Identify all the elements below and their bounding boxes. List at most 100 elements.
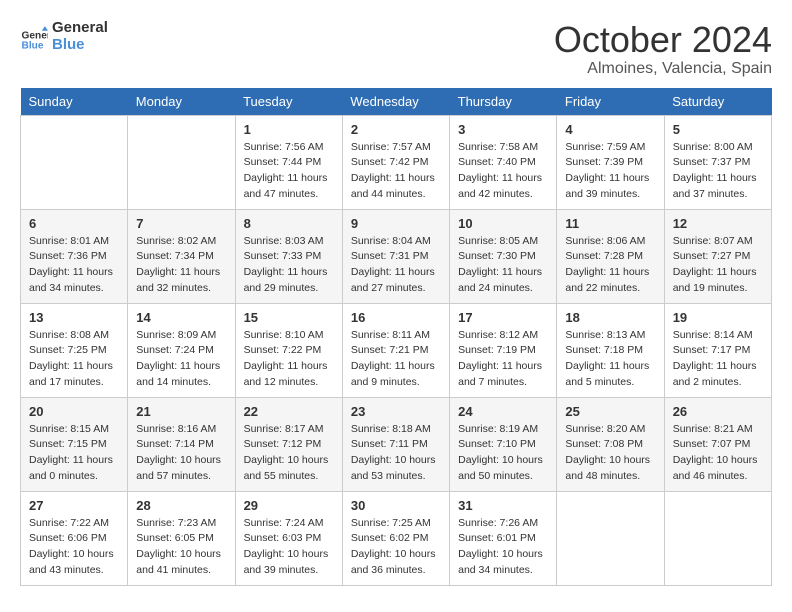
day-info: Sunrise: 8:16 AMSunset: 7:14 PMDaylight:… xyxy=(136,422,226,485)
calendar-cell: 25 Sunrise: 8:20 AMSunset: 7:08 PMDayligh… xyxy=(557,397,664,491)
calendar-cell: 7 Sunrise: 8:02 AMSunset: 7:34 PMDaylight… xyxy=(128,209,235,303)
weekday-header-tuesday: Tuesday xyxy=(235,88,342,116)
day-number: 15 xyxy=(244,310,334,325)
day-number: 8 xyxy=(244,216,334,231)
day-info: Sunrise: 7:24 AMSunset: 6:03 PMDaylight:… xyxy=(244,516,334,579)
day-number: 11 xyxy=(565,216,655,231)
calendar-header: SundayMondayTuesdayWednesdayThursdayFrid… xyxy=(21,88,772,116)
day-info: Sunrise: 7:56 AMSunset: 7:44 PMDaylight:… xyxy=(244,140,334,203)
day-info: Sunrise: 8:10 AMSunset: 7:22 PMDaylight:… xyxy=(244,328,334,391)
logo-text-blue: Blue xyxy=(52,37,108,54)
day-number: 18 xyxy=(565,310,655,325)
day-number: 17 xyxy=(458,310,548,325)
calendar-cell xyxy=(664,491,771,585)
day-info: Sunrise: 8:21 AMSunset: 7:07 PMDaylight:… xyxy=(673,422,763,485)
day-number: 6 xyxy=(29,216,119,231)
calendar-cell: 9 Sunrise: 8:04 AMSunset: 7:31 PMDaylight… xyxy=(342,209,449,303)
calendar-cell: 31 Sunrise: 7:26 AMSunset: 6:01 PMDayligh… xyxy=(450,491,557,585)
day-info: Sunrise: 8:01 AMSunset: 7:36 PMDaylight:… xyxy=(29,234,119,297)
svg-text:Blue: Blue xyxy=(22,40,44,50)
day-info: Sunrise: 8:04 AMSunset: 7:31 PMDaylight:… xyxy=(351,234,441,297)
calendar-cell: 30 Sunrise: 7:25 AMSunset: 6:02 PMDayligh… xyxy=(342,491,449,585)
calendar-cell: 8Sunrise: 8:03 AMSunset: 7:33 PMDaylight… xyxy=(235,209,342,303)
day-number: 3 xyxy=(458,122,548,137)
day-number: 31 xyxy=(458,498,548,513)
day-info: Sunrise: 7:22 AMSunset: 6:06 PMDaylight:… xyxy=(29,516,119,579)
calendar-cell: 10 Sunrise: 8:05 AMSunset: 7:30 PMDayligh… xyxy=(450,209,557,303)
day-number: 23 xyxy=(351,404,441,419)
day-number: 21 xyxy=(136,404,226,419)
calendar-cell: 1 Sunrise: 7:56 AMSunset: 7:44 PMDaylight… xyxy=(235,115,342,209)
calendar-cell: 11 Sunrise: 8:06 AMSunset: 7:28 PMDayligh… xyxy=(557,209,664,303)
calendar-cell: 4 Sunrise: 7:59 AMSunset: 7:39 PMDaylight… xyxy=(557,115,664,209)
day-number: 24 xyxy=(458,404,548,419)
calendar-cell: 20 Sunrise: 8:15 AMSunset: 7:15 PMDayligh… xyxy=(21,397,128,491)
calendar-cell: 28 Sunrise: 7:23 AMSunset: 6:05 PMDayligh… xyxy=(128,491,235,585)
day-number: 10 xyxy=(458,216,548,231)
day-info: Sunrise: 8:02 AMSunset: 7:34 PMDaylight:… xyxy=(136,234,226,297)
weekday-header-wednesday: Wednesday xyxy=(342,88,449,116)
day-number: 7 xyxy=(136,216,226,231)
day-number: 22 xyxy=(244,404,334,419)
day-info: Sunrise: 8:20 AMSunset: 7:08 PMDaylight:… xyxy=(565,422,655,485)
day-info: Sunrise: 8:19 AMSunset: 7:10 PMDaylight:… xyxy=(458,422,548,485)
logo-icon: General Blue xyxy=(20,23,48,51)
day-info: Sunrise: 8:08 AMSunset: 7:25 PMDaylight:… xyxy=(29,328,119,391)
day-info: Sunrise: 8:13 AMSunset: 7:18 PMDaylight:… xyxy=(565,328,655,391)
logo-text-general: General xyxy=(52,20,108,37)
logo: General Blue General Blue xyxy=(20,20,108,53)
day-info: Sunrise: 8:17 AMSunset: 7:12 PMDaylight:… xyxy=(244,422,334,485)
day-number: 2 xyxy=(351,122,441,137)
day-info: Sunrise: 8:15 AMSunset: 7:15 PMDaylight:… xyxy=(29,422,119,485)
day-info: Sunrise: 8:05 AMSunset: 7:30 PMDaylight:… xyxy=(458,234,548,297)
calendar-cell: 12Sunrise: 8:07 AMSunset: 7:27 PMDayligh… xyxy=(664,209,771,303)
weekday-header-friday: Friday xyxy=(557,88,664,116)
calendar-table: SundayMondayTuesdayWednesdayThursdayFrid… xyxy=(20,88,772,586)
day-number: 29 xyxy=(244,498,334,513)
day-info: Sunrise: 8:12 AMSunset: 7:19 PMDaylight:… xyxy=(458,328,548,391)
day-number: 13 xyxy=(29,310,119,325)
day-number: 19 xyxy=(673,310,763,325)
calendar-week-row: 6 Sunrise: 8:01 AMSunset: 7:36 PMDaylight… xyxy=(21,209,772,303)
day-info: Sunrise: 8:11 AMSunset: 7:21 PMDaylight:… xyxy=(351,328,441,391)
day-number: 28 xyxy=(136,498,226,513)
day-number: 12 xyxy=(673,216,763,231)
calendar-cell: 24 Sunrise: 8:19 AMSunset: 7:10 PMDayligh… xyxy=(450,397,557,491)
day-number: 5 xyxy=(673,122,763,137)
calendar-cell: 18 Sunrise: 8:13 AMSunset: 7:18 PMDayligh… xyxy=(557,303,664,397)
day-number: 30 xyxy=(351,498,441,513)
weekday-row: SundayMondayTuesdayWednesdayThursdayFrid… xyxy=(21,88,772,116)
calendar-cell: 3 Sunrise: 7:58 AMSunset: 7:40 PMDaylight… xyxy=(450,115,557,209)
calendar-cell: 22 Sunrise: 8:17 AMSunset: 7:12 PMDayligh… xyxy=(235,397,342,491)
day-number: 20 xyxy=(29,404,119,419)
day-number: 1 xyxy=(244,122,334,137)
calendar-cell: 21 Sunrise: 8:16 AMSunset: 7:14 PMDayligh… xyxy=(128,397,235,491)
day-info: Sunrise: 7:25 AMSunset: 6:02 PMDaylight:… xyxy=(351,516,441,579)
calendar-cell: 6 Sunrise: 8:01 AMSunset: 7:36 PMDaylight… xyxy=(21,209,128,303)
day-number: 4 xyxy=(565,122,655,137)
day-info: Sunrise: 8:06 AMSunset: 7:28 PMDaylight:… xyxy=(565,234,655,297)
calendar-cell: 14Sunrise: 8:09 AMSunset: 7:24 PMDayligh… xyxy=(128,303,235,397)
day-info: Sunrise: 7:59 AMSunset: 7:39 PMDaylight:… xyxy=(565,140,655,203)
calendar-week-row: 1 Sunrise: 7:56 AMSunset: 7:44 PMDaylight… xyxy=(21,115,772,209)
calendar-cell: 29 Sunrise: 7:24 AMSunset: 6:03 PMDayligh… xyxy=(235,491,342,585)
day-info: Sunrise: 7:57 AMSunset: 7:42 PMDaylight:… xyxy=(351,140,441,203)
calendar-cell: 2 Sunrise: 7:57 AMSunset: 7:42 PMDaylight… xyxy=(342,115,449,209)
day-info: Sunrise: 7:23 AMSunset: 6:05 PMDaylight:… xyxy=(136,516,226,579)
day-number: 25 xyxy=(565,404,655,419)
calendar-cell xyxy=(128,115,235,209)
day-info: Sunrise: 8:18 AMSunset: 7:11 PMDaylight:… xyxy=(351,422,441,485)
calendar-week-row: 13 Sunrise: 8:08 AMSunset: 7:25 PMDayligh… xyxy=(21,303,772,397)
calendar-cell xyxy=(557,491,664,585)
calendar-cell xyxy=(21,115,128,209)
day-info: Sunrise: 7:58 AMSunset: 7:40 PMDaylight:… xyxy=(458,140,548,203)
calendar-cell: 19Sunrise: 8:14 AMSunset: 7:17 PMDayligh… xyxy=(664,303,771,397)
weekday-header-saturday: Saturday xyxy=(664,88,771,116)
day-number: 14 xyxy=(136,310,226,325)
calendar-cell: 15 Sunrise: 8:10 AMSunset: 7:22 PMDayligh… xyxy=(235,303,342,397)
weekday-header-monday: Monday xyxy=(128,88,235,116)
calendar-week-row: 20 Sunrise: 8:15 AMSunset: 7:15 PMDayligh… xyxy=(21,397,772,491)
day-number: 9 xyxy=(351,216,441,231)
calendar-cell: 5Sunrise: 8:00 AMSunset: 7:37 PMDaylight… xyxy=(664,115,771,209)
day-info: Sunrise: 7:26 AMSunset: 6:01 PMDaylight:… xyxy=(458,516,548,579)
